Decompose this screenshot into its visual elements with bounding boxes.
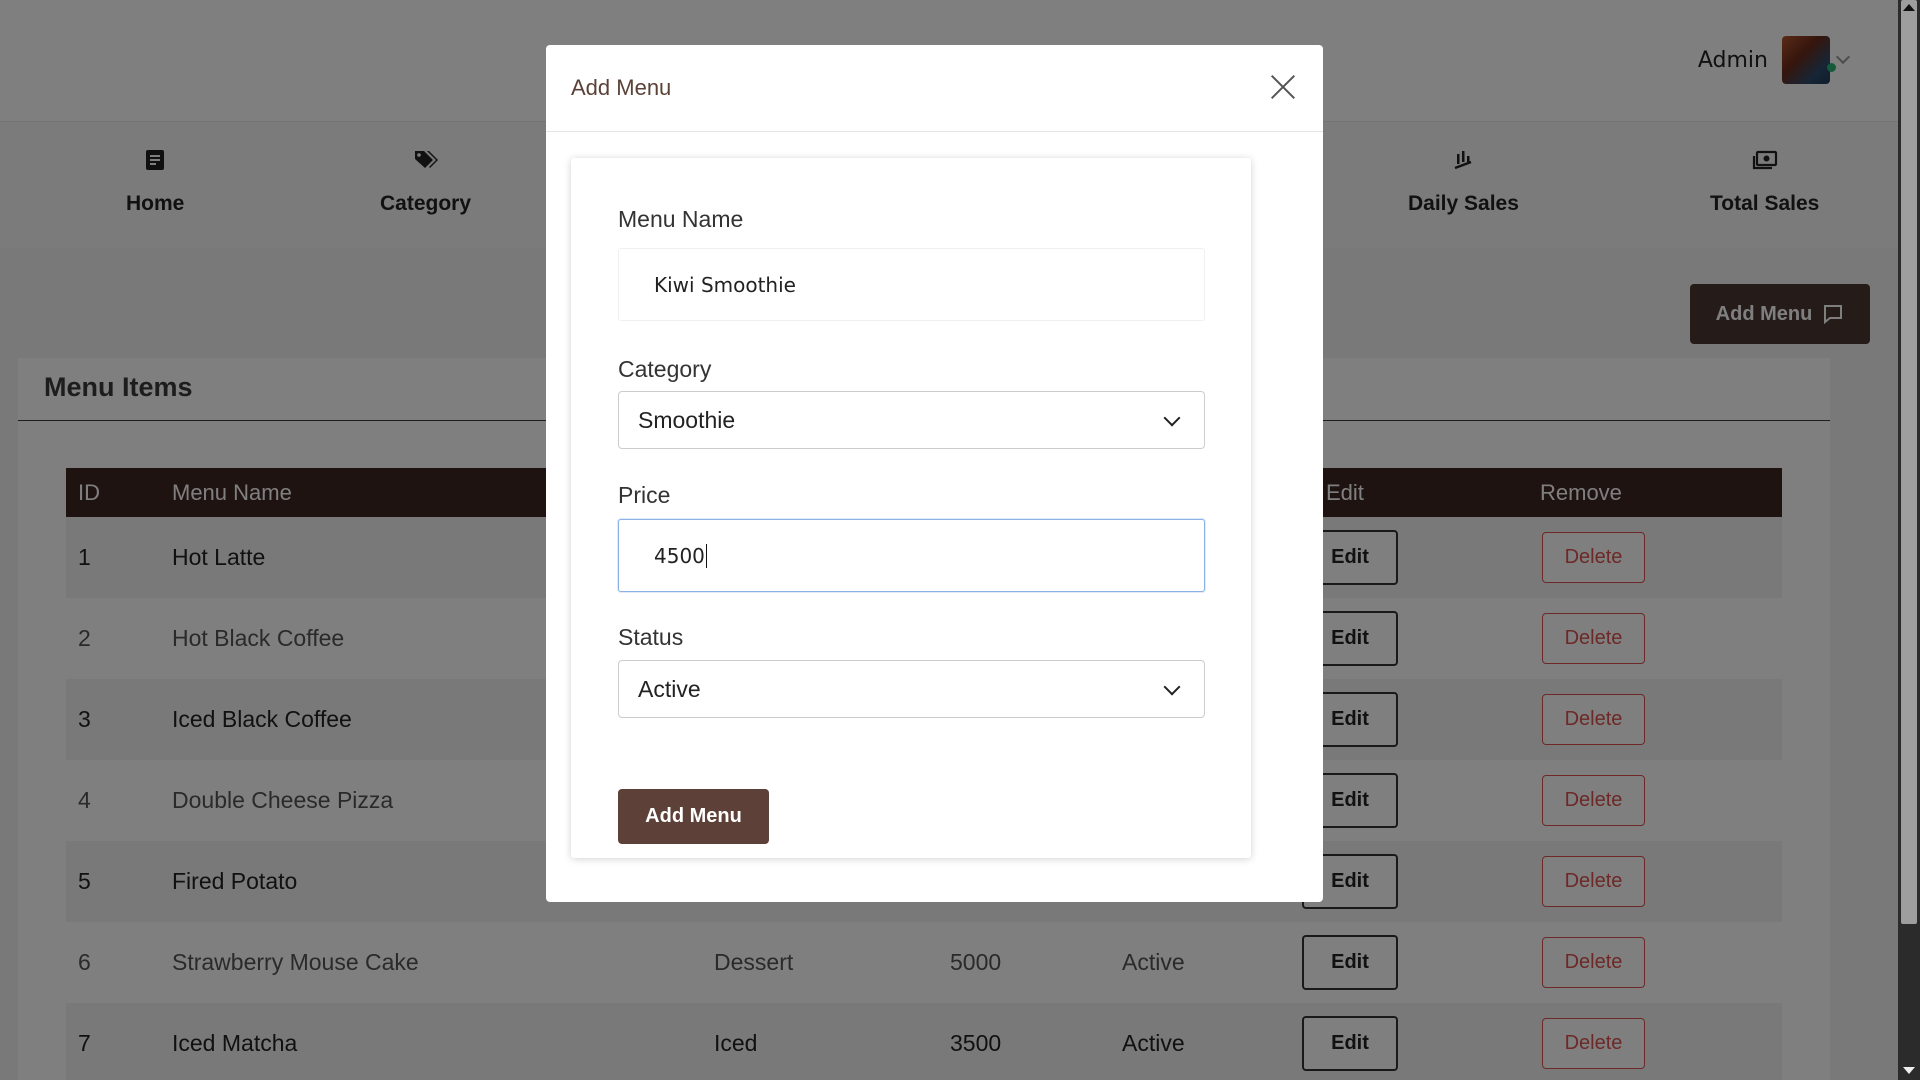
status-select[interactable]: Active <box>618 660 1205 718</box>
status-selected-value: Active <box>638 675 701 702</box>
price-input[interactable]: 4500 <box>618 519 1205 592</box>
chevron-down-icon <box>1163 409 1181 427</box>
submit-add-menu-button[interactable]: Add Menu <box>618 789 769 844</box>
status-label: Status <box>618 624 684 650</box>
modal-title: Add Menu <box>571 75 672 100</box>
category-select[interactable]: Smoothie <box>618 391 1205 449</box>
menu-name-label: Menu Name <box>618 206 744 232</box>
scroll-down-arrow-icon[interactable] <box>1903 1067 1915 1074</box>
modal-header: Add Menu <box>546 45 1323 132</box>
price-label: Price <box>618 482 671 508</box>
category-label: Category <box>618 356 712 382</box>
scrollbar-thumb[interactable] <box>1901 0 1917 924</box>
chevron-down-icon <box>1163 678 1181 696</box>
menu-name-input[interactable] <box>618 248 1205 321</box>
page-scrollbar[interactable] <box>1898 0 1920 1080</box>
close-icon[interactable] <box>1265 69 1301 105</box>
add-menu-modal: Add Menu Menu Name Category Smoothie Pri… <box>546 45 1323 902</box>
price-input-value: 4500 <box>654 543 705 568</box>
text-caret <box>705 543 707 568</box>
add-menu-form: Menu Name Category Smoothie Price 4500 S… <box>571 158 1251 858</box>
scroll-up-arrow-icon[interactable] <box>1903 4 1915 11</box>
category-selected-value: Smoothie <box>638 406 736 433</box>
